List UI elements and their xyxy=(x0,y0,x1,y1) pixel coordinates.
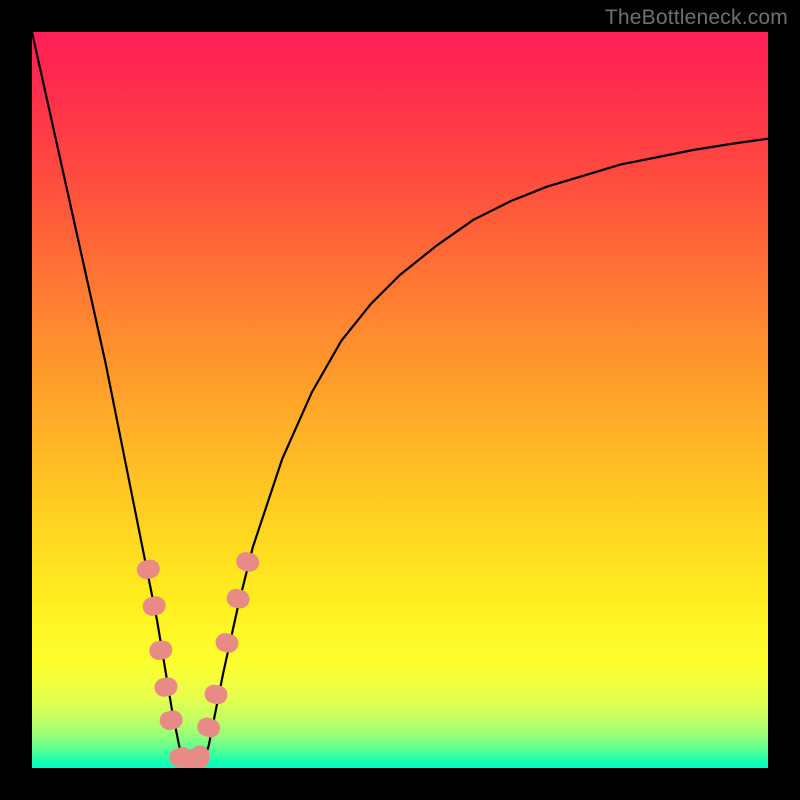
data-marker xyxy=(235,551,261,573)
plot-svg xyxy=(32,32,768,768)
data-marker xyxy=(225,588,250,610)
data-markers xyxy=(136,551,261,768)
data-marker xyxy=(154,677,179,698)
data-marker xyxy=(142,595,167,617)
watermark-text: TheBottleneck.com xyxy=(605,6,788,30)
data-marker xyxy=(195,716,221,740)
bottleneck-curve xyxy=(32,32,768,768)
data-marker xyxy=(159,710,184,731)
plot-area xyxy=(32,32,768,768)
data-marker xyxy=(203,684,228,706)
data-marker xyxy=(148,640,173,661)
chart-frame: TheBottleneck.com xyxy=(0,0,800,800)
data-marker xyxy=(191,746,209,768)
data-marker xyxy=(136,558,161,580)
data-marker xyxy=(214,632,239,654)
